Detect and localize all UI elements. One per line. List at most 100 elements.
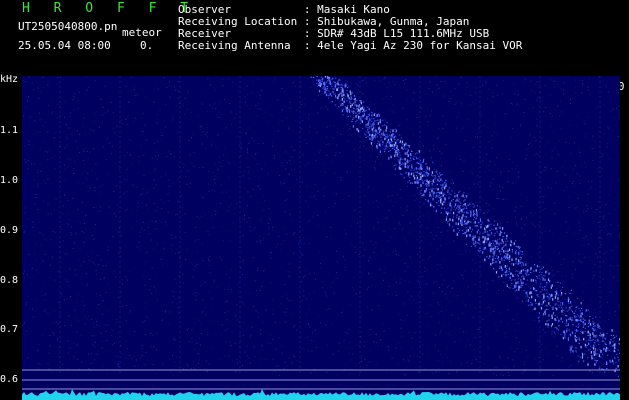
noise-speck (523, 361, 525, 363)
signal-trace (382, 132, 384, 134)
noise-speck (215, 108, 217, 110)
noise-speck (374, 103, 376, 105)
noise-speck (155, 228, 157, 230)
signal-trace (588, 320, 590, 322)
noise-speck (335, 278, 337, 280)
signal-trace (489, 243, 491, 247)
noise-speck (436, 248, 438, 250)
noise-speck (486, 282, 488, 284)
noise-speck (310, 86, 311, 88)
noise-speck (192, 269, 194, 270)
noise-speck (421, 275, 423, 277)
noise-speck (125, 276, 127, 278)
signal-trace (560, 333, 562, 335)
noise-speck (459, 208, 460, 210)
noise-speck (446, 348, 448, 350)
signal-trace (346, 100, 348, 102)
noise-speck (472, 316, 474, 318)
noise-speck (403, 80, 405, 81)
signal-trace (544, 275, 546, 277)
noise-speck (493, 208, 495, 210)
noise-speck (261, 344, 263, 346)
noise-speck (45, 150, 47, 152)
noise-speck (284, 361, 286, 363)
noise-speck (542, 170, 544, 172)
signal-trace (501, 259, 503, 261)
noise-speck (112, 112, 114, 114)
noise-speck (56, 117, 58, 119)
signal-trace (588, 339, 590, 341)
signal-trace (580, 318, 582, 322)
noise-speck (60, 226, 62, 228)
noise-speck (225, 127, 227, 129)
signal-trace (499, 226, 501, 230)
noise-speck (520, 218, 522, 219)
signal-trace (571, 318, 573, 322)
signal-trace (406, 162, 408, 164)
signal-trace (481, 222, 483, 224)
noise-speck (346, 171, 348, 173)
noise-speck (111, 334, 113, 336)
signal-trace (523, 289, 525, 292)
signal-trace (399, 164, 401, 166)
noise-speck (248, 127, 250, 129)
noise-speck (242, 235, 244, 237)
signal-trace (490, 263, 492, 266)
noise-speck (544, 85, 546, 86)
signal-trace (345, 83, 347, 85)
noise-speck (262, 239, 264, 241)
noise-speck (298, 267, 300, 269)
spectrogram-canvas (22, 76, 620, 400)
noise-speck (257, 201, 259, 203)
signal-trace (504, 272, 506, 274)
y-tick-label: 1.1 (0, 125, 19, 136)
noise-speck (345, 233, 347, 235)
noise-speck (536, 118, 537, 120)
noise-speck (170, 119, 172, 121)
signal-trace (453, 211, 455, 215)
noise-speck (524, 234, 526, 236)
noise-speck (140, 357, 141, 359)
signal-trace (474, 221, 476, 224)
signal-trace (419, 163, 421, 165)
noise-speck (104, 86, 106, 88)
noise-speck (153, 203, 155, 204)
signal-trace (411, 165, 413, 169)
signal-trace (440, 212, 442, 214)
noise-speck (64, 253, 66, 254)
signal-trace (326, 85, 328, 87)
signal-trace (399, 140, 401, 143)
info-label: Receiving Antenna : (178, 39, 318, 52)
noise-speck (151, 345, 153, 346)
signal-trace (464, 199, 466, 201)
signal-trace (496, 231, 498, 233)
signal-trace (490, 243, 492, 245)
signal-trace (510, 240, 512, 243)
signal-trace (515, 263, 517, 265)
signal-trace (353, 95, 355, 97)
signal-trace (444, 193, 446, 195)
noise-speck (121, 279, 123, 281)
signal-trace (416, 187, 418, 189)
signal-trace (368, 121, 370, 124)
noise-speck (340, 177, 342, 178)
noise-speck (125, 341, 127, 342)
noise-speck (343, 127, 345, 129)
signal-trace (590, 345, 592, 347)
signal-trace (432, 194, 434, 196)
noise-speck (258, 177, 260, 179)
noise-speck (421, 349, 423, 350)
noise-speck (420, 194, 421, 196)
signal-trace (383, 124, 385, 126)
noise-speck (471, 156, 473, 158)
signal-trace (399, 134, 401, 136)
noise-speck (400, 327, 402, 329)
signal-trace (520, 272, 523, 274)
signal-trace (374, 120, 376, 122)
noise-speck (100, 99, 102, 101)
noise-speck (224, 341, 226, 343)
noise-speck (115, 356, 116, 358)
signal-trace (595, 316, 597, 318)
signal-trace (431, 184, 434, 186)
noise-speck (190, 368, 192, 370)
